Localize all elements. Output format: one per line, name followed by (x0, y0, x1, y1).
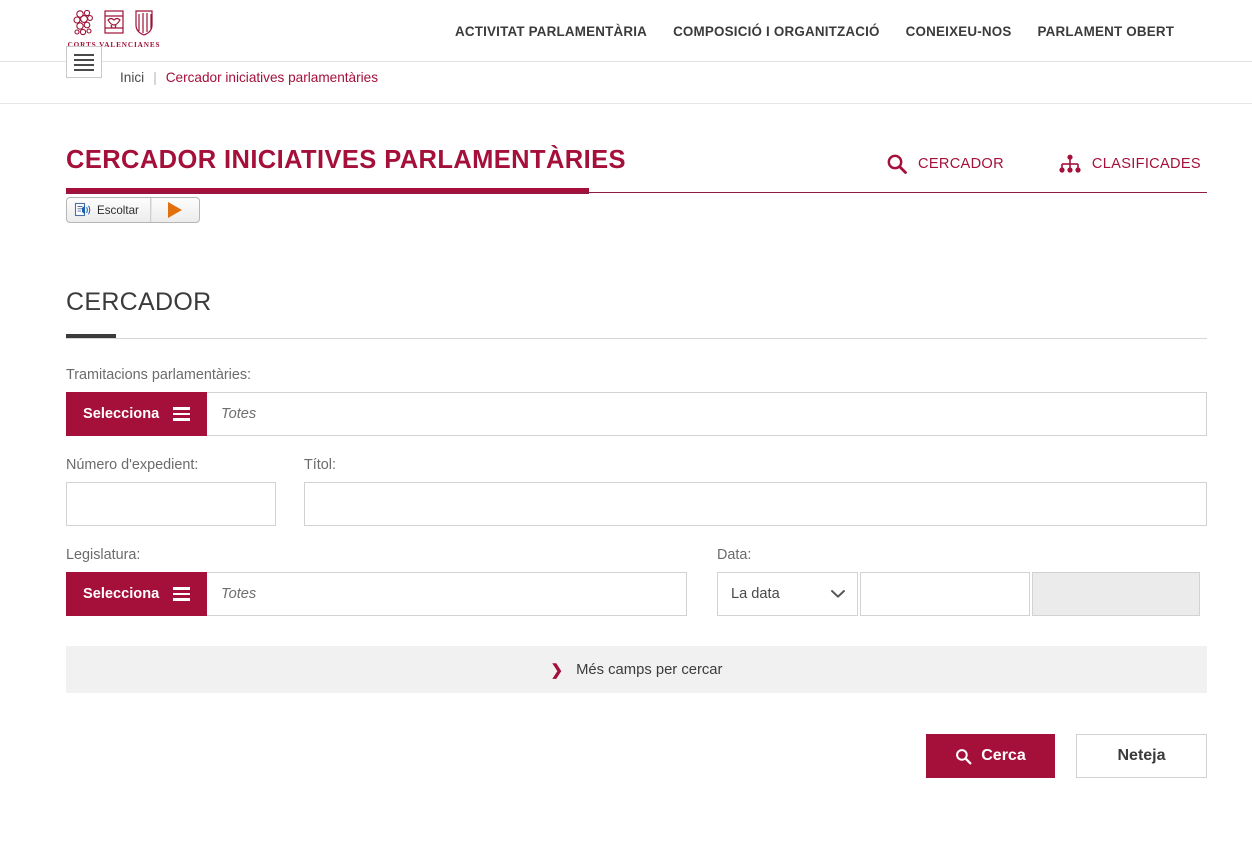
field-row-legislatura-data: Legislatura: Selecciona Data: La data (66, 547, 1207, 616)
form-actions: Cerca Neteja (66, 734, 1207, 778)
label-numero-expedient: Número d'expedient: (66, 457, 199, 473)
data-to-input (1032, 572, 1200, 616)
breadcrumb-bar: Inici | Cercador iniciatives parlamentàr… (0, 46, 1252, 104)
label-tramitacions: Tramitacions parlamentàries: (66, 367, 252, 383)
nav-item-parlament-obert[interactable]: PARLAMENT OBERT (1038, 24, 1175, 39)
title-underline-thin (66, 192, 1207, 193)
speaker-document-icon (74, 202, 91, 217)
readspeaker-play-button[interactable] (150, 198, 199, 222)
breadcrumb: Inici | Cercador iniciatives parlamentàr… (120, 70, 378, 85)
data-mode-select[interactable]: La data (717, 572, 858, 616)
nav-item-coneixeu-nos[interactable]: CONEIXEU-NOS (906, 24, 1012, 39)
page-title: CERCADOR INICIATIVES PARLAMENTÀRIES (66, 146, 626, 174)
tramitacions-input[interactable] (207, 392, 1207, 436)
hierarchy-tree-icon (1059, 154, 1081, 173)
page-action-cercador-label: CERCADOR (918, 156, 1004, 172)
clear-button[interactable]: Neteja (1076, 734, 1207, 778)
hamburger-bar (74, 68, 94, 71)
data-to-wrap (1032, 572, 1200, 616)
page-title-actions: CERCADOR CLASIFICADES (886, 153, 1201, 175)
crest-bat-icon (104, 10, 124, 34)
more-fields-toggle[interactable]: ❯ Més camps per cercar (66, 646, 1207, 693)
titol-input[interactable] (304, 482, 1207, 526)
legislatura-input[interactable] (207, 572, 687, 616)
search-section: CERCADOR Tramitacions parlamentàries: Se… (66, 288, 1207, 778)
tramitacions-select-button[interactable]: Selecciona (66, 392, 207, 436)
more-fields-label: Més camps per cercar (576, 661, 723, 678)
search-button[interactable]: Cerca (926, 734, 1055, 778)
legislatura-select-button-label: Selecciona (83, 586, 160, 602)
search-icon (956, 748, 972, 764)
data-from-input[interactable] (860, 572, 1030, 616)
page-action-cercador[interactable]: CERCADOR (886, 153, 1004, 175)
play-triangle-icon (168, 202, 183, 218)
chevron-right-icon: ❯ (550, 661, 564, 679)
page-action-clasificades[interactable]: CLASIFICADES (1058, 154, 1201, 174)
breadcrumb-separator: | (153, 70, 157, 85)
field-group-data: Data: La data (717, 547, 1200, 616)
breadcrumb-home-link[interactable]: Inici (120, 70, 144, 85)
site-header: CORTS VALENCIANES ACTIVITAT PARLAMENTÀRI… (0, 0, 1252, 62)
crest-shield-icon (135, 10, 153, 36)
section-title: CERCADOR (66, 288, 212, 316)
readspeaker-label: Escoltar (97, 203, 139, 217)
list-lines-icon (173, 587, 190, 601)
logo-crests (72, 7, 156, 39)
breadcrumb-current: Cercador iniciatives parlamentàries (165, 70, 379, 85)
hamburger-bar (74, 63, 94, 66)
data-controls: La data (717, 572, 1200, 616)
field-group-legislatura: Legislatura: Selecciona (66, 547, 687, 616)
tramitacions-selector: Selecciona (66, 392, 1207, 436)
label-titol: Títol: (304, 457, 336, 473)
main-navigation: ACTIVITAT PARLAMENTÀRIA COMPOSICIÓ I ORG… (455, 0, 1174, 62)
field-row-expedient-titol: Número d'expedient: Títol: (66, 457, 1207, 526)
section-underline-thin (66, 338, 1207, 339)
readspeaker-listen-button[interactable]: Escoltar (66, 197, 200, 223)
page-action-clasificades-label: CLASIFICADES (1091, 156, 1201, 172)
field-group-titol: Títol: (304, 457, 1207, 526)
list-lines-icon (173, 407, 190, 421)
nav-item-activitat-parlamentaria[interactable]: ACTIVITAT PARLAMENTÀRIA (455, 24, 647, 39)
label-legislatura: Legislatura: (66, 547, 141, 563)
site-logo[interactable]: CORTS VALENCIANES (66, 7, 162, 49)
readspeaker-main[interactable]: Escoltar (67, 198, 151, 222)
hamburger-bar (74, 53, 94, 56)
page-title-underline (66, 188, 1207, 194)
search-icon (887, 154, 907, 174)
legislatura-selector: Selecciona (66, 572, 687, 616)
tramitacions-select-button-label: Selecciona (83, 406, 160, 422)
numero-expedient-input[interactable] (66, 482, 276, 526)
data-mode-select-wrap: La data (717, 572, 858, 616)
search-button-label: Cerca (981, 747, 1026, 764)
field-row-tramitacions: Tramitacions parlamentàries: Selecciona (66, 367, 1207, 436)
data-from-wrap (860, 572, 1030, 616)
label-data: Data: (717, 547, 752, 563)
title-underline-thick (66, 188, 589, 194)
hamburger-bar (74, 58, 94, 61)
legislatura-select-button[interactable]: Selecciona (66, 572, 207, 616)
field-group-expedient: Número d'expedient: (66, 457, 276, 526)
crest-flowers-icon (73, 9, 93, 36)
section-underline (66, 334, 1207, 340)
nav-item-composicio-organitzacio[interactable]: COMPOSICIÓ I ORGANITZACIÓ (673, 24, 880, 39)
hamburger-icon[interactable] (66, 46, 102, 78)
